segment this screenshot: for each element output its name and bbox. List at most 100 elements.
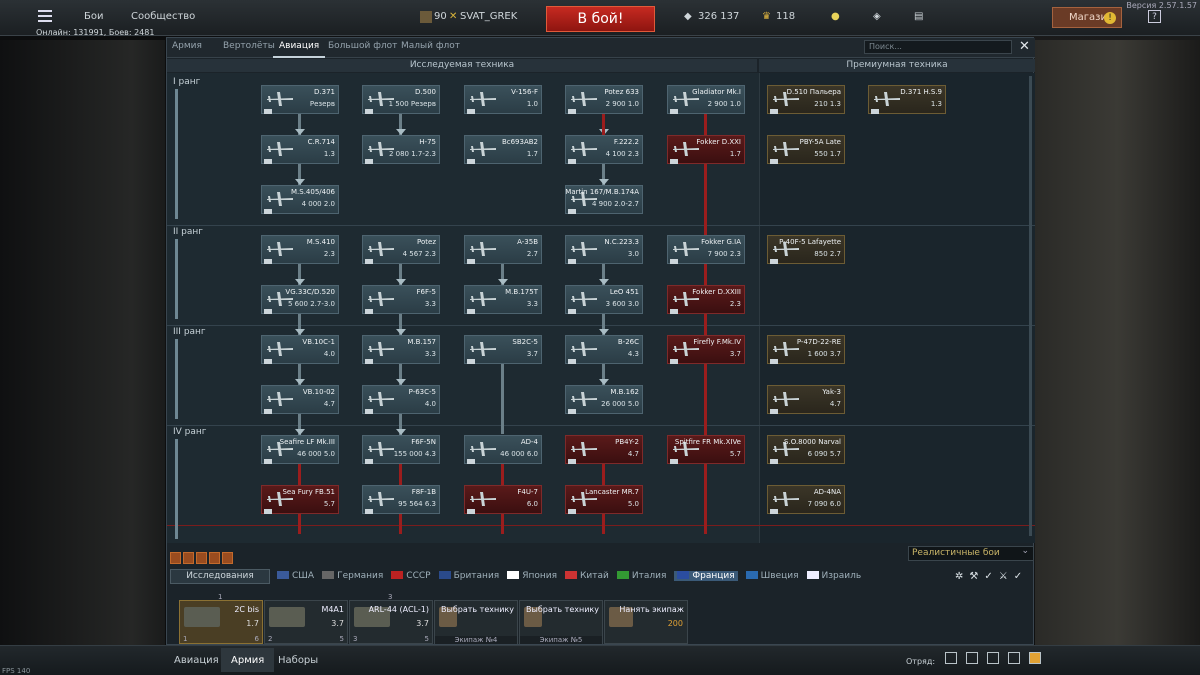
game-mode-select[interactable]: Реалистичные бои: [908, 545, 1034, 561]
vehicle-card[interactable]: P-63C-5 4.0: [362, 385, 440, 414]
crew-slot[interactable]: 1 2C bis 1.7 1 6: [179, 593, 263, 644]
nation-tab[interactable]: СССР: [391, 571, 431, 581]
vehicle-card[interactable]: M.S.410 2.3: [261, 235, 339, 264]
vehicle-card[interactable]: V-156-F 1.0: [464, 85, 542, 114]
nation-tab[interactable]: Швеция: [745, 571, 799, 581]
vehicle-card[interactable]: F8F-1B 95 564 6.3: [362, 485, 440, 514]
help-icon[interactable]: ?: [1148, 10, 1161, 23]
vehicle-card[interactable]: Fokker G.IA 7 900 2.3: [667, 235, 745, 264]
search-input[interactable]: Поиск...: [864, 40, 1012, 54]
vehicle-card[interactable]: Fokker D.XXI 1.7: [667, 135, 745, 164]
vehicle-card[interactable]: LeO 451 3 600 3.0: [565, 285, 643, 314]
vehicle-card[interactable]: Bc693AB2 1.7: [464, 135, 542, 164]
menu-icon[interactable]: [38, 10, 52, 22]
vehicle-card[interactable]: Potez 633 2 900 1.0: [565, 85, 643, 114]
vehicle-card[interactable]: F6F-5 3.3: [362, 285, 440, 314]
vehicle-card[interactable]: Yak-3 4.7: [767, 385, 845, 414]
nation-tab[interactable]: Франция: [674, 571, 738, 581]
vehicle-card[interactable]: F.222.2 4 100 2.3: [565, 135, 643, 164]
vehicle-card[interactable]: F6F-5N 155 000 4.3: [362, 435, 440, 464]
rank-3-label[interactable]: III ранг: [173, 327, 206, 337]
nation-tab[interactable]: Израиль: [806, 571, 861, 581]
tab-aviation[interactable]: Авиация: [272, 41, 326, 58]
rank-2-label[interactable]: II ранг: [173, 227, 203, 237]
vehicle-card[interactable]: N.C.223.3 3.0: [565, 235, 643, 264]
rank-4-label[interactable]: IV ранг: [173, 427, 207, 437]
check-icon[interactable]: ✓: [984, 571, 998, 582]
wrench-icon[interactable]: ⚒: [969, 571, 984, 582]
shop-button[interactable]: Магазин !: [1052, 7, 1122, 28]
avatar[interactable]: [420, 11, 432, 23]
vehicle-card[interactable]: D.500 1 500 Резерв: [362, 85, 440, 114]
vehicle-card[interactable]: H-75 2 080 1.7-2.3: [362, 135, 440, 164]
crate-icon[interactable]: ◈: [873, 11, 881, 22]
tab-army[interactable]: Армия: [172, 41, 202, 51]
vehicle-card[interactable]: M.B.162 26 000 5.0: [565, 385, 643, 414]
vehicle-card[interactable]: VG.33C/D.520 5 600 2.7-3.0: [261, 285, 339, 314]
bottom-tab-army[interactable]: Армия: [221, 648, 275, 672]
tab-coastal-fleet[interactable]: Малый флот: [401, 41, 460, 51]
friends-icon[interactable]: [987, 652, 999, 664]
repair-icon[interactable]: ⚔: [999, 571, 1014, 582]
mail-icon[interactable]: [1029, 652, 1041, 664]
research-button[interactable]: Исследования: [170, 569, 270, 584]
vehicle-card[interactable]: B-26C 4.3: [565, 335, 643, 364]
vehicle-card[interactable]: A-35B 2.7: [464, 235, 542, 264]
vehicle-card[interactable]: PBY-5A Late 550 1.7: [767, 135, 845, 164]
to-battle-button[interactable]: В бой!: [546, 6, 655, 32]
vehicle-card[interactable]: P-40F-5 Lafayette 850 2.7: [767, 235, 845, 264]
crew-slot-empty[interactable]: Выбрать технику Экипаж №5: [519, 600, 603, 644]
close-icon[interactable]: ✕: [1019, 39, 1030, 54]
battles-menu[interactable]: Бои: [84, 11, 103, 22]
vehicle-card[interactable]: Gladiator Mk.I 2 900 1.0: [667, 85, 745, 114]
vehicle-card[interactable]: Spitfire FR Mk.XIVe 5.7: [667, 435, 745, 464]
chat-icon[interactable]: [1008, 652, 1020, 664]
gear-icon[interactable]: ✲: [955, 571, 969, 582]
vehicle-card[interactable]: D.371 Резерв: [261, 85, 339, 114]
vehicle-card[interactable]: P-47D-22-RE 1 600 3.7: [767, 335, 845, 364]
vehicle-card[interactable]: Potez 4 567 2.3: [362, 235, 440, 264]
vehicle-card[interactable]: Firefly F.Mk.IV 3.7: [667, 335, 745, 364]
nation-tab[interactable]: США: [277, 571, 314, 581]
nation-tab[interactable]: Китай: [565, 571, 609, 581]
vehicle-card[interactable]: Fokker D.XXIII 2.3: [667, 285, 745, 314]
tab-helicopters[interactable]: Вертолёты: [223, 41, 275, 51]
nation-tab[interactable]: Германия: [322, 571, 383, 581]
vehicle-card[interactable]: F4U-7 6.0: [464, 485, 542, 514]
vehicle-card[interactable]: D.371 H.S.9 1.3: [868, 85, 946, 114]
vehicle-card[interactable]: D.510 Пальера 210 1.3: [767, 85, 845, 114]
vehicle-card[interactable]: M.B.157 3.3: [362, 335, 440, 364]
vehicle-card[interactable]: C.R.714 1.3: [261, 135, 339, 164]
hire-crew-slot[interactable]: Нанять экипаж 200: [604, 600, 688, 644]
vehicle-card[interactable]: Martin 167/M.B.174A 4 900 2.0-2.7: [565, 185, 643, 214]
vehicle-card[interactable]: VB.10-02 4.7: [261, 385, 339, 414]
silver-lions[interactable]: 326 137: [698, 11, 739, 22]
bottom-tab-aviation[interactable]: Авиация: [174, 655, 219, 666]
nation-tab[interactable]: Япония: [507, 571, 557, 581]
add-icon[interactable]: [945, 652, 957, 664]
vehicle-card[interactable]: PB4Y-2 4.7: [565, 435, 643, 464]
check-all-icon[interactable]: ✓: [1014, 571, 1028, 582]
crew-slot[interactable]: 3 ARL-44 (ACL-1) 3.7 3 5: [349, 593, 433, 644]
list-icon[interactable]: [966, 652, 978, 664]
sets-button[interactable]: Наборы: [278, 655, 318, 666]
crew-slot[interactable]: M4A1 3.7 2 5: [264, 600, 348, 644]
player-name[interactable]: SVAT_GREK: [460, 11, 517, 22]
scrollbar[interactable]: [1029, 76, 1032, 536]
community-menu[interactable]: Сообщество: [131, 11, 195, 22]
lightbulb-icon[interactable]: ●: [831, 11, 840, 22]
rank-1-label[interactable]: I ранг: [173, 77, 200, 87]
vehicle-card[interactable]: VB.10C-1 4.0: [261, 335, 339, 364]
vehicle-card[interactable]: Seafire LF Mk.III 46 000 5.0: [261, 435, 339, 464]
vehicle-card[interactable]: AD-4NA 7 090 6.0: [767, 485, 845, 514]
vehicle-card[interactable]: AD-4 46 000 6.0: [464, 435, 542, 464]
vehicle-card[interactable]: M.B.175T 3.3: [464, 285, 542, 314]
nation-tab[interactable]: Британия: [438, 571, 499, 581]
nation-tab[interactable]: Италия: [616, 571, 666, 581]
vehicle-card[interactable]: M.S.405/406 4 000 2.0: [261, 185, 339, 214]
vehicle-card[interactable]: Lancaster MR.7 5.0: [565, 485, 643, 514]
vehicle-card[interactable]: S.O.8000 Narval 6 090 5.7: [767, 435, 845, 464]
golden-eagles[interactable]: 118: [776, 11, 795, 22]
vehicle-card[interactable]: Sea Fury FB.51 5.7: [261, 485, 339, 514]
vehicle-card[interactable]: SB2C-5 3.7: [464, 335, 542, 364]
